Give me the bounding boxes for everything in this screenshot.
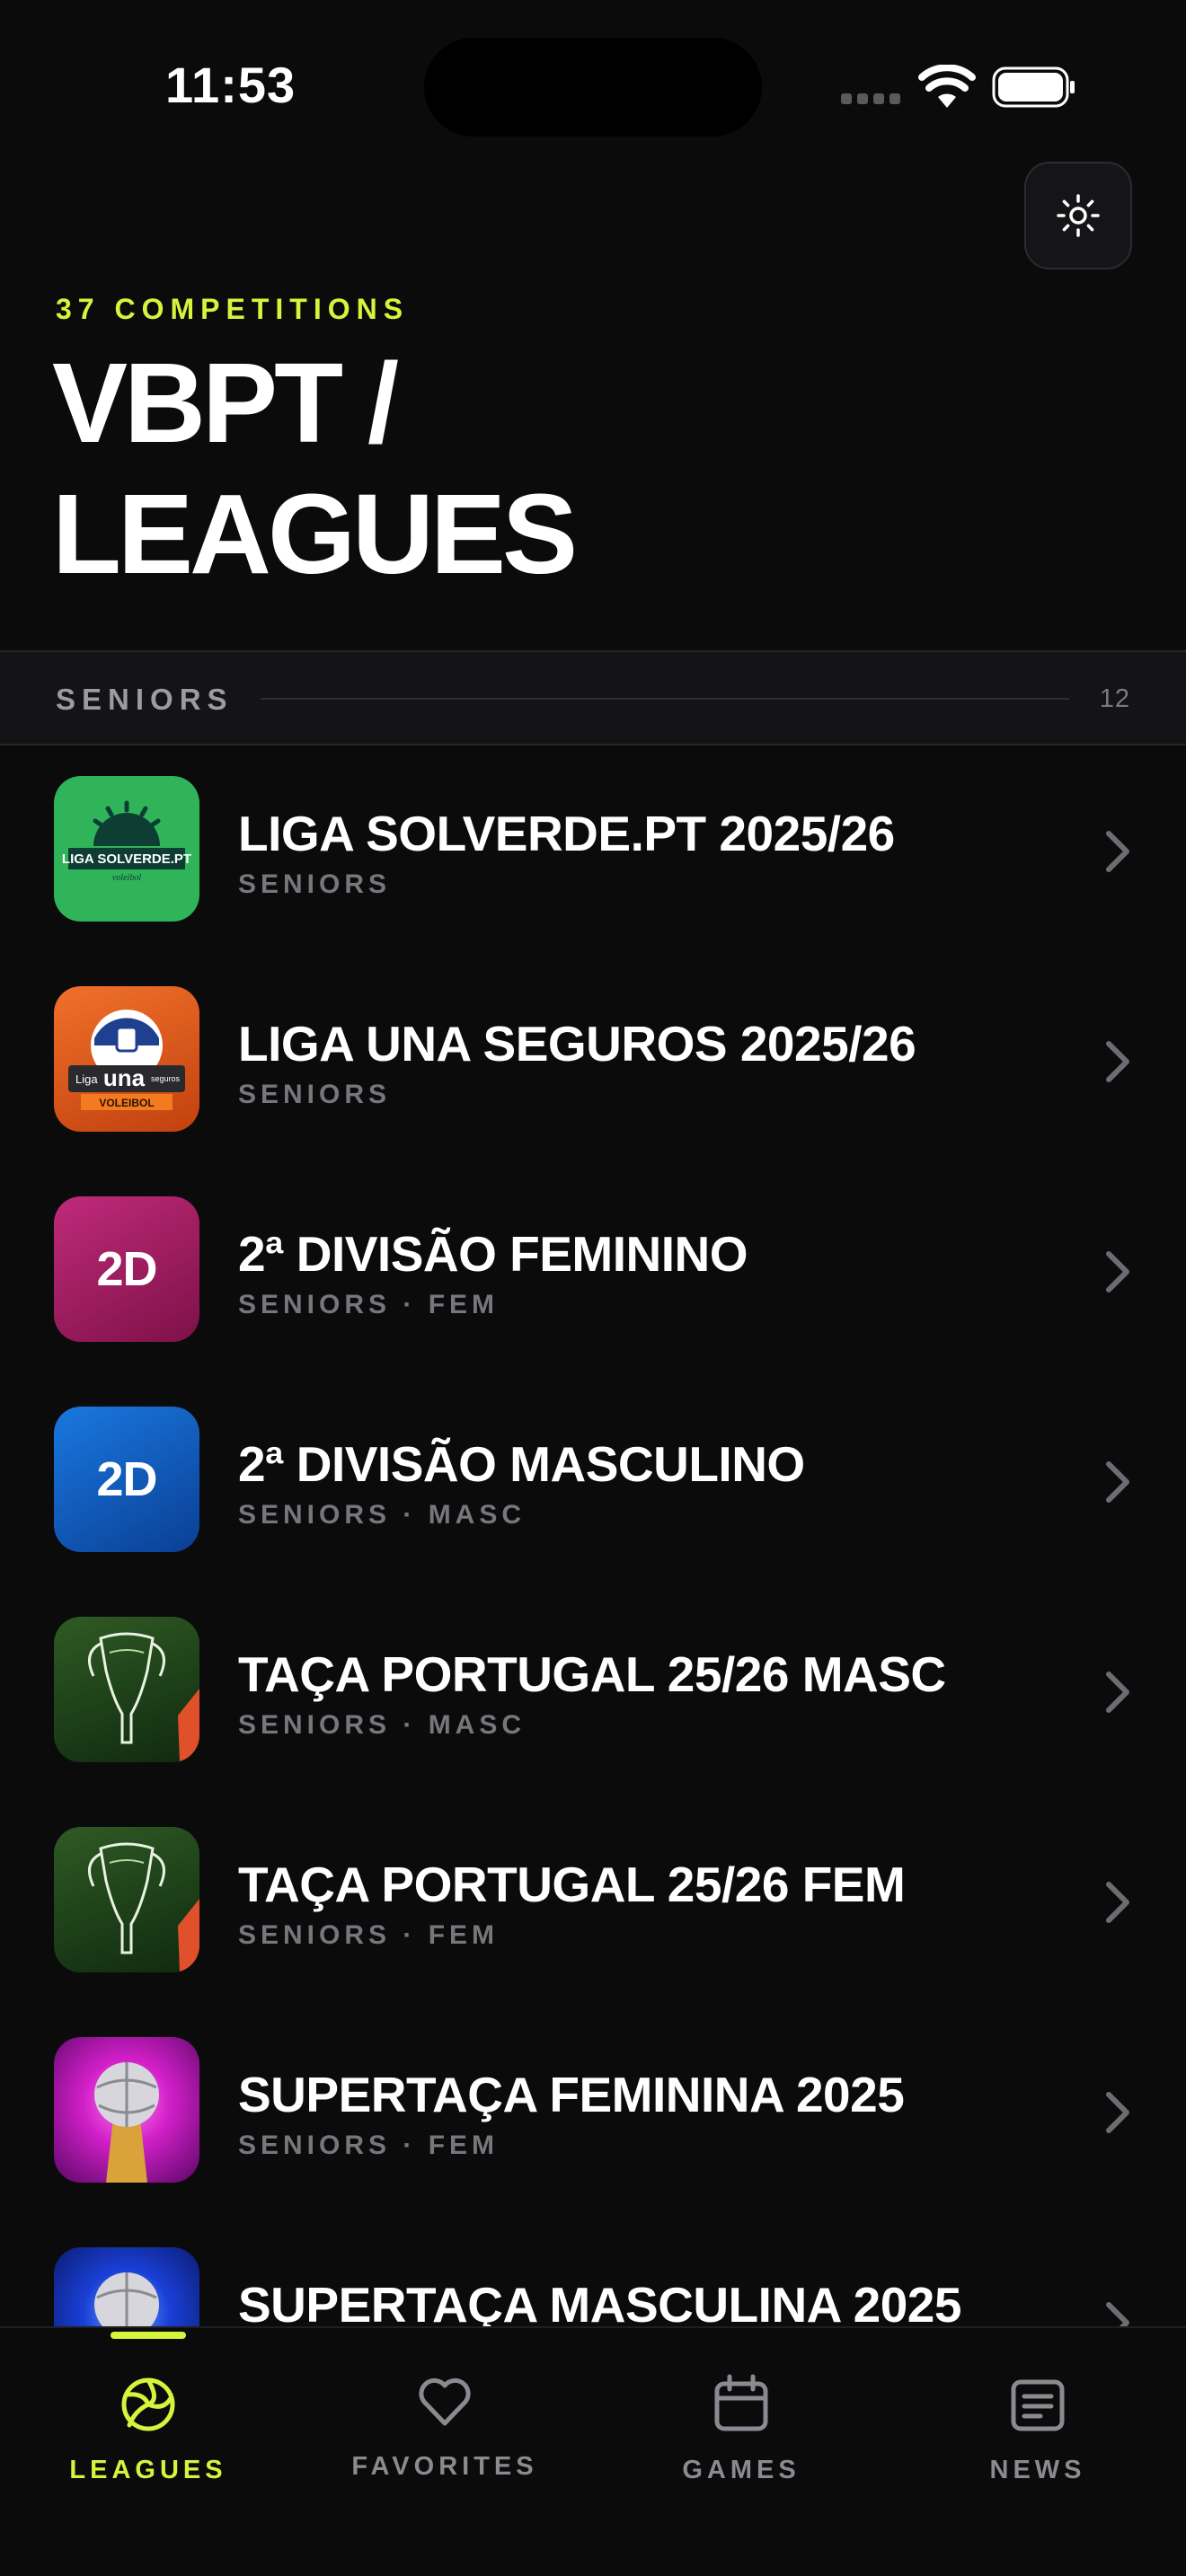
logo-text: 2D — [96, 1242, 157, 1296]
logo-text: 2D — [96, 1452, 157, 1506]
competition-title: TAÇA PORTUGAL 25/26 FEM — [238, 1857, 906, 1912]
competition-row[interactable]: 2D 2ª DIVISÃO FEMININO SENIORS · FEM — [0, 1166, 1186, 1376]
newspaper-icon — [1011, 2379, 1065, 2431]
competition-subtitle: SENIORS · FEM — [238, 1920, 500, 1950]
competition-title: SUPERTAÇA MASCULINA 2025 — [238, 2277, 961, 2326]
competition-subtitle: SENIORS · MASC — [238, 1500, 527, 1530]
tab-label: NEWS — [989, 2456, 1086, 2484]
supercup-trophy-icon — [94, 2062, 159, 2183]
page-title-line-2: LEAGUES — [52, 471, 578, 597]
competition-row[interactable]: 2D 2ª DIVISÃO MASCULINO SENIORS · MASC — [0, 1376, 1186, 1586]
chevron-right-icon — [1106, 1461, 1129, 1503]
logo-text-main: LIGA SOLVERDE.PT — [62, 851, 191, 867]
page-title-line-1: VBPT / — [52, 340, 399, 466]
trophy-logo — [54, 1827, 199, 1972]
app-screen: 11:53 37 COMPETITIONS VBPT / LEAGUES SEN… — [0, 0, 1186, 2576]
volleyball-icon — [121, 2378, 175, 2431]
supercup-trophy-icon — [94, 2272, 159, 2326]
trophy-logo — [54, 1617, 199, 1762]
liga-solverde-logo: LIGA SOLVERDE.PT voleibol — [54, 776, 199, 922]
trophy-icon — [88, 1842, 199, 1972]
competition-row[interactable]: TAÇA PORTUGAL 25/26 FEM SENIORS · FEM — [0, 1796, 1186, 2007]
competition-subtitle: SENIORS · FEM — [238, 1290, 500, 1319]
chevron-right-icon — [1106, 1882, 1129, 1923]
competition-title: 2ª DIVISÃO FEMININO — [238, 1226, 748, 1282]
competition-row[interactable]: SUPERTAÇA FEMININA 2025 SENIORS · FEM — [0, 2007, 1186, 2217]
competition-row[interactable]: TAÇA PORTUGAL 25/26 MASC SENIORS · MASC — [0, 1586, 1186, 1796]
status-bar: 11:53 — [0, 0, 1186, 162]
theme-toggle-button[interactable] — [1024, 162, 1132, 269]
2d-logo: 2D — [54, 1196, 199, 1342]
supercup-trophy-logo — [54, 2247, 199, 2326]
trophy-icon — [88, 1632, 199, 1762]
dynamic-island — [424, 38, 762, 137]
2d-logo: 2D — [54, 1407, 199, 1552]
competition-title: LIGA UNA SEGUROS 2025/26 — [238, 1016, 916, 1072]
section-count: 12 — [1099, 684, 1130, 713]
section-header-seniors: SENIORS 12 — [0, 650, 1186, 745]
competition-row[interactable]: SUPERTAÇA MASCULINA 2025 — [0, 2217, 1186, 2326]
competition-subtitle: SENIORS · FEM — [238, 2130, 500, 2160]
liga-una-emblem: Liga una seguros VOLEIBOL — [68, 1010, 185, 1110]
cellular-signal-icon — [841, 93, 902, 106]
chevron-right-icon — [1106, 2092, 1129, 2133]
calendar-icon — [714, 2374, 768, 2431]
competition-subtitle: SENIORS — [238, 1080, 392, 1109]
status-time: 11:53 — [165, 57, 296, 113]
tab-label: GAMES — [682, 2456, 801, 2484]
competition-title: TAÇA PORTUGAL 25/26 MASC — [238, 1646, 946, 1702]
tab-label: FAVORITES — [351, 2452, 538, 2481]
chevron-right-icon — [1106, 1041, 1129, 1082]
competition-subtitle: SENIORS · MASC — [238, 1710, 527, 1740]
liga-una-seguros-logo: Liga una seguros VOLEIBOL — [54, 986, 199, 1132]
sun-icon — [1057, 194, 1100, 237]
tab-label: LEAGUES — [69, 2456, 227, 2484]
page-title: VBPT / LEAGUES — [52, 338, 578, 600]
logo-text-main: una — [103, 1064, 146, 1091]
tab-favorites[interactable]: FAVORITES — [296, 2328, 593, 2508]
competition-title: SUPERTAÇA FEMININA 2025 — [238, 2067, 905, 2122]
heart-icon — [419, 2378, 471, 2426]
logo-text-seguros: seguros — [151, 1074, 181, 1083]
tab-bar: LEAGUES FAVORITES GAMES NEWS — [0, 2326, 1186, 2576]
chevron-right-icon — [1106, 1672, 1129, 1713]
logo-text-small: voleibol — [112, 873, 141, 883]
battery-icon — [992, 66, 1075, 108]
competition-title: 2ª DIVISÃO MASCULINO — [238, 1436, 805, 1492]
competition-list: LIGA SOLVERDE.PT voleibol LIGA SOLVERDE.… — [0, 745, 1186, 2326]
logo-text-liga: Liga — [75, 1072, 98, 1086]
tab-leagues[interactable]: LEAGUES — [0, 2328, 296, 2508]
tab-news[interactable]: NEWS — [890, 2328, 1186, 2508]
competition-title: LIGA SOLVERDE.PT 2025/26 — [238, 806, 895, 861]
chevron-right-icon — [1106, 2302, 1129, 2326]
tab-games[interactable]: GAMES — [593, 2328, 890, 2508]
liga-solverde-emblem: LIGA SOLVERDE.PT voleibol — [62, 800, 191, 883]
competition-row[interactable]: LIGA SOLVERDE.PT voleibol LIGA SOLVERDE.… — [0, 745, 1186, 956]
competition-row[interactable]: Liga una seguros VOLEIBOL LIGA UNA SEGUR… — [0, 956, 1186, 1166]
competitions-count: 37 COMPETITIONS — [56, 293, 410, 325]
section-label: SENIORS — [56, 683, 234, 716]
tab-active-indicator — [111, 2332, 186, 2339]
wifi-icon — [918, 65, 976, 108]
chevron-right-icon — [1106, 831, 1129, 872]
competition-subtitle: SENIORS — [238, 869, 392, 899]
supercup-trophy-logo — [54, 2037, 199, 2183]
chevron-right-icon — [1106, 1251, 1129, 1292]
logo-text-small: VOLEIBOL — [99, 1097, 154, 1109]
section-divider — [261, 698, 1069, 700]
